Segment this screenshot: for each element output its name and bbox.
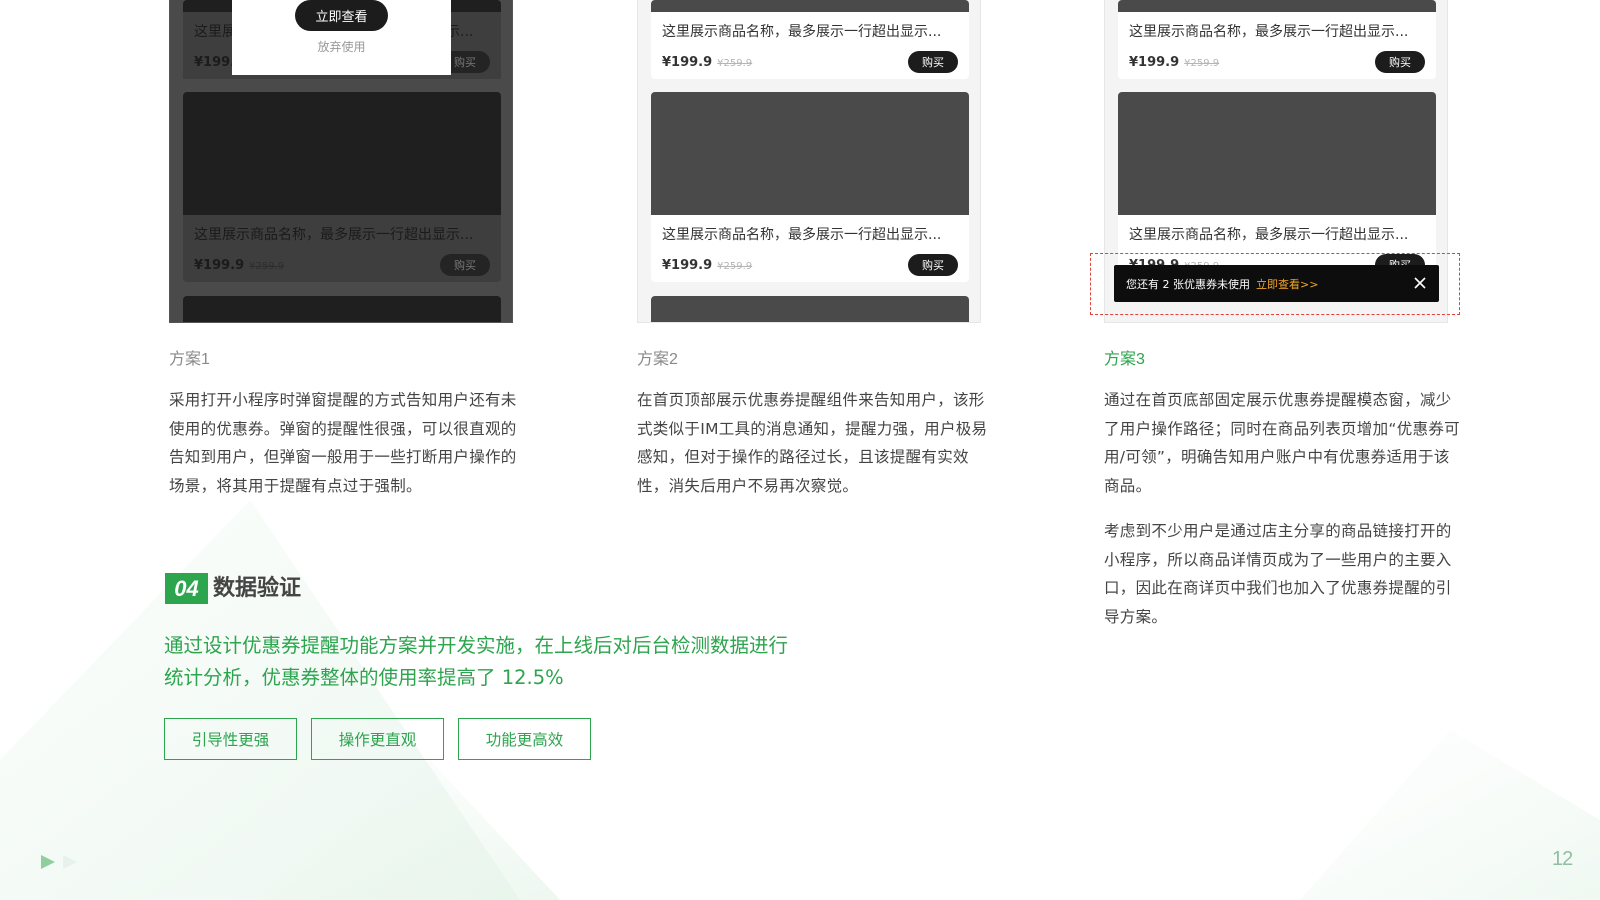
summary-line: 统计分析，优惠券整体的使用率提高了 12.5% xyxy=(164,666,564,689)
product-card[interactable] xyxy=(183,296,501,322)
coupon-modal: 立即查看 放弃使用 xyxy=(232,0,451,75)
product-old-price: ¥259.9 xyxy=(717,260,753,272)
benefit-tag: 功能更高效 xyxy=(458,718,591,760)
view-now-button[interactable]: 立即查看 xyxy=(295,0,388,31)
plan2-description: 在首页顶部展示优惠券提醒组件来告知用户，该形式类似于IM工具的消息通知，提醒力强… xyxy=(637,391,988,495)
plan2-title: 方案2 xyxy=(637,351,678,368)
product-name: 这里展示商品名称，最多展示一行超出显示... xyxy=(662,24,942,40)
product-old-price: ¥259.9 xyxy=(249,260,285,272)
product-card[interactable]: 这里展示商品名称，最多展示一行超出显示... ¥199.9 ¥259.9 购买 xyxy=(651,92,969,282)
product-name: 这里展示商品名称，最多展示一行超出显示... xyxy=(1129,24,1409,40)
section-title: 数据验证 xyxy=(213,576,302,601)
product-price: ¥199.9 xyxy=(1129,54,1180,70)
view-now-link[interactable]: 立即查看>> xyxy=(1256,276,1318,292)
product-card[interactable]: 这里展示商品名称，最多展示一行超出显示... ¥199.9 ¥259.9 购买 xyxy=(651,0,969,79)
buy-button[interactable]: 购买 xyxy=(440,254,490,276)
product-card[interactable]: 这里展示商品名称，最多展示一行超出显示... ¥199.9 ¥259.9 购买 xyxy=(183,92,501,282)
skip-link[interactable]: 放弃使用 xyxy=(232,38,451,55)
product-price: ¥199.9 xyxy=(662,54,713,70)
plan3-description: 通过在首页底部固定展示优惠券提醒模态窗，减少了用户操作路径；同时在商品列表页增加… xyxy=(1104,391,1460,495)
summary-line: 通过设计优惠券提醒功能方案并开发实施，在上线后对后台检测数据进行 xyxy=(164,634,789,657)
section-number-badge: 04 xyxy=(165,573,208,604)
product-card[interactable]: 这里展示商品名称，最多展示一行超出显示... ¥199.9 ¥259.9 购买 xyxy=(1118,0,1436,79)
product-name: 这里展示商品名称，最多展示一行超出显示... xyxy=(662,227,942,243)
coupon-reminder-bar[interactable]: 您还有 2 张优惠券未使用 立即查看>> xyxy=(1114,265,1439,302)
plan3-title: 方案3 xyxy=(1104,351,1145,368)
product-old-price: ¥259.9 xyxy=(1184,57,1220,69)
play-icon xyxy=(40,854,78,870)
plan1-mockup: 这里展示商品名称，最多展示一行超出显示... ¥199.9 ¥259.9 购买 这… xyxy=(169,0,513,323)
product-name: 这里展示商品名称，最多展示一行超出显示... xyxy=(1129,227,1409,243)
benefit-tag: 操作更直观 xyxy=(311,718,444,760)
product-old-price: ¥259.9 xyxy=(717,57,753,69)
section-summary: 通过设计优惠券提醒功能方案并开发实施，在上线后对后台检测数据进行 统计分析，优惠… xyxy=(164,630,824,694)
plan3-description-extra: 考虑到不少用户是通过店主分享的商品链接打开的小程序，所以商品详情页成为了一些用户… xyxy=(1104,522,1452,626)
product-name: 这里展示商品名称，最多展示一行超出显示... xyxy=(194,227,474,243)
buy-button[interactable]: 购买 xyxy=(908,51,958,73)
plan1-title: 方案1 xyxy=(169,351,210,368)
buy-button[interactable]: 购买 xyxy=(908,254,958,276)
buy-button[interactable]: 购买 xyxy=(1375,51,1425,73)
product-price: ¥199.9 xyxy=(662,257,713,273)
plan1-description: 采用打开小程序时弹窗提醒的方式告知用户还有未使用的优惠券。弹窗的提醒性很强，可以… xyxy=(169,391,517,495)
reminder-text: 您还有 2 张优惠券未使用 xyxy=(1126,277,1250,291)
benefit-tag: 引导性更强 xyxy=(164,718,297,760)
page-number: 12 xyxy=(1552,848,1573,870)
product-price: ¥199.9 xyxy=(194,257,245,273)
product-card[interactable] xyxy=(651,296,969,322)
plan2-mockup: 这里展示商品名称，最多展示一行超出显示... ¥199.9 ¥259.9 购买 这… xyxy=(637,0,981,323)
benefit-tags: 引导性更强 操作更直观 功能更高效 xyxy=(164,718,591,760)
close-icon[interactable] xyxy=(1411,274,1429,292)
